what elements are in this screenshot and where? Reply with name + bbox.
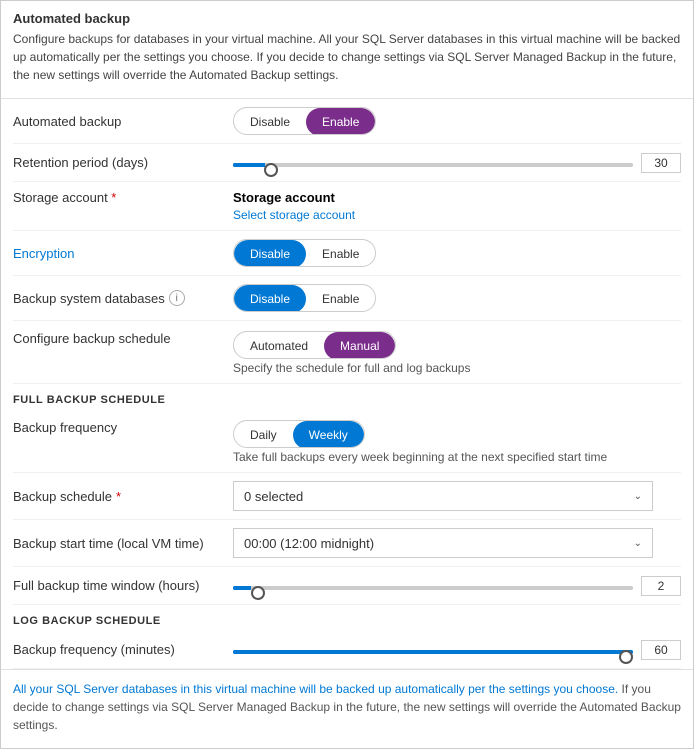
backup-schedule-value: 0 selected bbox=[244, 489, 303, 504]
log-backup-frequency-row: Backup frequency (minutes) 60 bbox=[13, 631, 681, 669]
backup-system-db-row: Backup system databases i Disable Enable bbox=[13, 276, 681, 321]
automated-backup-row: Automated backup Disable Enable bbox=[13, 99, 681, 144]
page-title: Automated backup bbox=[13, 11, 681, 26]
automated-backup-disable-btn[interactable]: Disable bbox=[234, 108, 306, 135]
storage-account-content: Storage account Select storage account bbox=[233, 190, 681, 222]
full-backup-time-window-label: Full backup time window (hours) bbox=[13, 578, 233, 593]
log-backup-schedule-header: LOG BACKUP SCHEDULE bbox=[13, 605, 681, 631]
encryption-disable-btn[interactable]: Disable bbox=[234, 240, 306, 267]
backup-system-db-enable-btn[interactable]: Enable bbox=[306, 285, 375, 312]
automated-backup-label: Automated backup bbox=[13, 114, 233, 129]
backup-system-db-label: Backup system databases i bbox=[13, 290, 233, 306]
retention-period-label: Retention period (days) bbox=[13, 155, 233, 170]
configure-backup-schedule-desc: Specify the schedule for full and log ba… bbox=[233, 361, 470, 375]
backup-frequency-label: Backup frequency bbox=[13, 420, 233, 435]
backup-system-db-info-icon[interactable]: i bbox=[169, 290, 185, 306]
configure-backup-schedule-toggle: Automated Manual bbox=[233, 331, 396, 359]
retention-period-control: 30 bbox=[233, 153, 681, 173]
backup-frequency-daily-btn[interactable]: Daily bbox=[234, 421, 293, 448]
backup-schedule-arrow: ⌄ bbox=[634, 491, 642, 502]
backup-start-time-arrow: ⌄ bbox=[634, 538, 642, 549]
storage-account-row: Storage account * Storage account Select… bbox=[13, 182, 681, 231]
full-backup-time-window-value: 2 bbox=[641, 576, 681, 596]
backup-schedule-dropdown[interactable]: 0 selected ⌄ bbox=[233, 481, 653, 511]
configure-backup-schedule-control: Automated Manual Specify the schedule fo… bbox=[233, 331, 681, 375]
backup-start-time-dropdown[interactable]: 00:00 (12:00 midnight) ⌄ bbox=[233, 528, 653, 558]
backup-system-db-disable-btn[interactable]: Disable bbox=[234, 285, 306, 312]
retention-period-row: Retention period (days) 30 bbox=[13, 144, 681, 182]
log-backup-frequency-slider[interactable] bbox=[233, 650, 633, 654]
automated-backup-toggle: Disable Enable bbox=[233, 107, 376, 135]
backup-schedule-label: Backup schedule * bbox=[13, 489, 233, 504]
configure-backup-automated-btn[interactable]: Automated bbox=[234, 332, 324, 359]
full-backup-schedule-header: FULL BACKUP SCHEDULE bbox=[13, 384, 681, 410]
automated-backup-enable-btn[interactable]: Enable bbox=[306, 108, 375, 135]
full-backup-time-window-row: Full backup time window (hours) 2 bbox=[13, 567, 681, 605]
backup-frequency-desc: Take full backups every week beginning a… bbox=[233, 450, 607, 464]
backup-start-time-value: 00:00 (12:00 midnight) bbox=[244, 536, 374, 551]
storage-account-section-title: Storage account bbox=[233, 190, 681, 205]
configure-backup-schedule-label: Configure backup schedule bbox=[13, 331, 233, 346]
retention-period-value: 30 bbox=[641, 153, 681, 173]
encryption-control: Disable Enable bbox=[233, 239, 681, 267]
log-backup-frequency-value: 60 bbox=[641, 640, 681, 660]
backup-frequency-row: Backup frequency Daily Weekly Take full … bbox=[13, 410, 681, 473]
backup-frequency-toggle: Daily Weekly bbox=[233, 420, 365, 448]
backup-start-time-control: 00:00 (12:00 midnight) ⌄ bbox=[233, 528, 681, 558]
backup-schedule-control: 0 selected ⌄ bbox=[233, 481, 681, 511]
footer-highlight-1: All your SQL Server databases in this vi… bbox=[13, 682, 618, 696]
backup-start-time-label: Backup start time (local VM time) bbox=[13, 536, 233, 551]
full-backup-time-window-control: 2 bbox=[233, 576, 681, 596]
log-backup-frequency-control: 60 bbox=[233, 640, 681, 660]
encryption-row: Encryption Disable Enable bbox=[13, 231, 681, 276]
backup-schedule-row: Backup schedule * 0 selected ⌄ bbox=[13, 473, 681, 520]
backup-system-db-control: Disable Enable bbox=[233, 284, 681, 312]
backup-system-db-toggle: Disable Enable bbox=[233, 284, 376, 312]
log-backup-frequency-label: Backup frequency (minutes) bbox=[13, 642, 233, 657]
automated-backup-control: Disable Enable bbox=[233, 107, 681, 135]
backup-start-time-row: Backup start time (local VM time) 00:00 … bbox=[13, 520, 681, 567]
encryption-enable-btn[interactable]: Enable bbox=[306, 240, 375, 267]
storage-account-label: Storage account * bbox=[13, 190, 233, 205]
select-storage-account-link[interactable]: Select storage account bbox=[233, 208, 355, 222]
backup-frequency-control: Daily Weekly Take full backups every wee… bbox=[233, 420, 681, 464]
footer-note: All your SQL Server databases in this vi… bbox=[13, 670, 681, 738]
configure-backup-manual-btn[interactable]: Manual bbox=[324, 332, 395, 359]
storage-required-asterisk: * bbox=[108, 190, 117, 205]
configure-backup-schedule-row: Configure backup schedule Automated Manu… bbox=[13, 321, 681, 384]
full-backup-time-window-slider[interactable] bbox=[233, 586, 633, 590]
page-description: Configure backups for databases in your … bbox=[13, 30, 681, 84]
encryption-label: Encryption bbox=[13, 246, 233, 261]
encryption-toggle: Disable Enable bbox=[233, 239, 376, 267]
retention-period-slider[interactable] bbox=[233, 163, 633, 167]
backup-frequency-weekly-btn[interactable]: Weekly bbox=[293, 421, 364, 448]
